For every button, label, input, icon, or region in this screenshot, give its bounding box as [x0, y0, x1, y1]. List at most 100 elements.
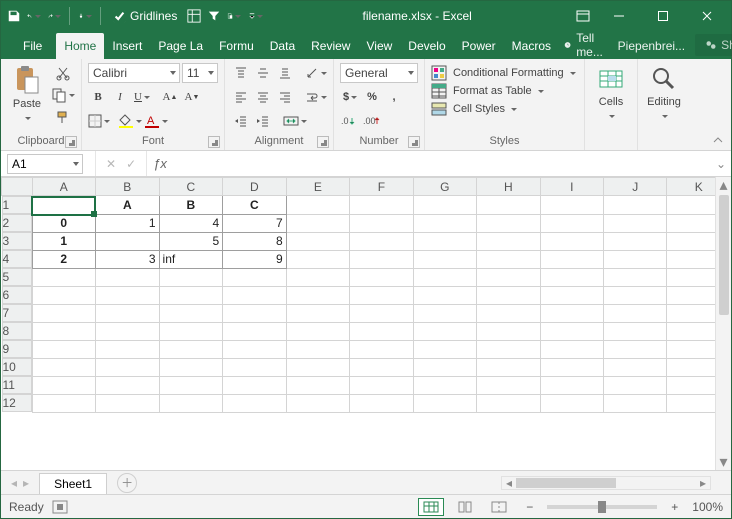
ribbon-display-options-icon[interactable] — [571, 4, 595, 28]
cell[interactable]: 1 — [32, 232, 96, 250]
align-center-button[interactable] — [253, 87, 273, 107]
cell[interactable] — [604, 304, 667, 322]
align-middle-button[interactable] — [253, 63, 273, 83]
redo-button[interactable] — [47, 9, 61, 23]
col-header[interactable]: F — [350, 178, 413, 196]
cell[interactable] — [413, 268, 476, 286]
cell[interactable] — [477, 304, 540, 322]
worksheet-grid[interactable]: A B C D E F G H I J K 1 A B C 2 — [1, 177, 731, 470]
row-header[interactable]: 10 — [2, 358, 32, 376]
cells-button[interactable]: Cells — [591, 63, 631, 122]
dialog-launcher-icon[interactable] — [317, 136, 329, 148]
row-header[interactable]: 11 — [2, 376, 32, 394]
cell[interactable] — [413, 376, 476, 394]
cell[interactable] — [477, 196, 540, 215]
cell[interactable] — [540, 268, 603, 286]
qat-customize-icon[interactable] — [249, 9, 263, 23]
zoom-in-button[interactable]: + — [665, 500, 684, 514]
cell[interactable] — [286, 268, 349, 286]
col-header[interactable]: I — [540, 178, 603, 196]
accounting-format-button[interactable]: $ — [340, 87, 360, 107]
cell[interactable] — [223, 340, 287, 358]
cell[interactable] — [96, 322, 160, 340]
fill-color-button[interactable] — [118, 111, 142, 131]
format-as-table-button[interactable]: Format as Table — [431, 83, 544, 99]
col-header[interactable]: B — [96, 178, 160, 196]
comma-format-button[interactable]: , — [384, 87, 404, 107]
cell[interactable] — [32, 358, 96, 376]
cell[interactable] — [477, 358, 540, 376]
cell[interactable] — [96, 394, 160, 412]
cell[interactable] — [32, 340, 96, 358]
cell[interactable] — [350, 376, 413, 394]
cell[interactable] — [350, 232, 413, 250]
col-header[interactable]: J — [604, 178, 667, 196]
cell[interactable] — [604, 322, 667, 340]
cell[interactable] — [159, 304, 223, 322]
paste-button[interactable]: Paste — [7, 63, 47, 124]
cell[interactable] — [540, 232, 603, 250]
macro-record-icon[interactable] — [52, 500, 68, 514]
share-button[interactable]: Share — [695, 34, 732, 56]
cell[interactable] — [286, 250, 349, 268]
cell[interactable] — [477, 250, 540, 268]
cell[interactable] — [96, 376, 160, 394]
scroll-thumb[interactable] — [719, 195, 729, 315]
underline-button[interactable]: U — [132, 87, 152, 107]
cell[interactable] — [286, 232, 349, 250]
copy-button[interactable] — [51, 85, 75, 105]
cell[interactable] — [32, 394, 96, 412]
cell[interactable] — [32, 286, 96, 304]
col-header[interactable]: H — [477, 178, 540, 196]
cell[interactable] — [413, 232, 476, 250]
cell[interactable] — [286, 340, 349, 358]
sheet-nav-prev-icon[interactable]: ◂ — [11, 476, 17, 490]
tab-review[interactable]: Review — [303, 33, 358, 59]
cell[interactable] — [350, 214, 413, 232]
expand-formula-bar-icon[interactable]: ⌄ — [711, 157, 731, 171]
cell[interactable] — [350, 250, 413, 268]
scroll-right-icon[interactable]: ▸ — [696, 476, 710, 490]
row-header[interactable]: 1 — [2, 196, 32, 214]
increase-decimal-button[interactable]: .0 — [340, 111, 360, 131]
decrease-indent-button[interactable] — [231, 111, 251, 131]
close-button[interactable] — [687, 1, 727, 31]
minimize-button[interactable] — [599, 1, 639, 31]
cell[interactable] — [604, 268, 667, 286]
cell[interactable] — [604, 376, 667, 394]
formula-input[interactable] — [173, 155, 711, 173]
cell[interactable]: 9 — [223, 250, 287, 268]
row-header[interactable]: 8 — [2, 322, 32, 340]
cell[interactable] — [223, 304, 287, 322]
wrap-text-button[interactable] — [305, 87, 327, 107]
number-format-select[interactable]: General — [340, 63, 418, 83]
touch-mode-button[interactable] — [78, 9, 92, 23]
zoom-slider[interactable] — [547, 505, 657, 509]
row-header[interactable]: 5 — [2, 268, 32, 286]
cell[interactable] — [477, 376, 540, 394]
cell[interactable] — [223, 322, 287, 340]
cell[interactable]: 7 — [223, 214, 287, 232]
cell[interactable] — [286, 358, 349, 376]
cell[interactable] — [604, 394, 667, 412]
scroll-up-icon[interactable]: ▴ — [716, 177, 731, 193]
merge-center-button[interactable] — [283, 111, 307, 131]
name-box[interactable]: A1 — [7, 154, 83, 174]
cell[interactable] — [286, 376, 349, 394]
row-header[interactable]: 7 — [2, 304, 32, 322]
align-bottom-button[interactable] — [275, 63, 295, 83]
cell[interactable]: inf — [159, 250, 223, 268]
cell[interactable] — [350, 304, 413, 322]
cell[interactable] — [540, 196, 603, 215]
cell[interactable] — [540, 304, 603, 322]
cell[interactable]: 0 — [32, 214, 96, 232]
cell[interactable] — [604, 250, 667, 268]
cell[interactable] — [413, 322, 476, 340]
cell[interactable] — [159, 376, 223, 394]
cell[interactable]: 1 — [96, 214, 160, 232]
tab-formulas[interactable]: Formu — [211, 33, 262, 59]
enter-formula-icon[interactable]: ✓ — [126, 157, 136, 171]
cell[interactable] — [223, 394, 287, 412]
cell[interactable] — [286, 286, 349, 304]
cell[interactable] — [413, 250, 476, 268]
